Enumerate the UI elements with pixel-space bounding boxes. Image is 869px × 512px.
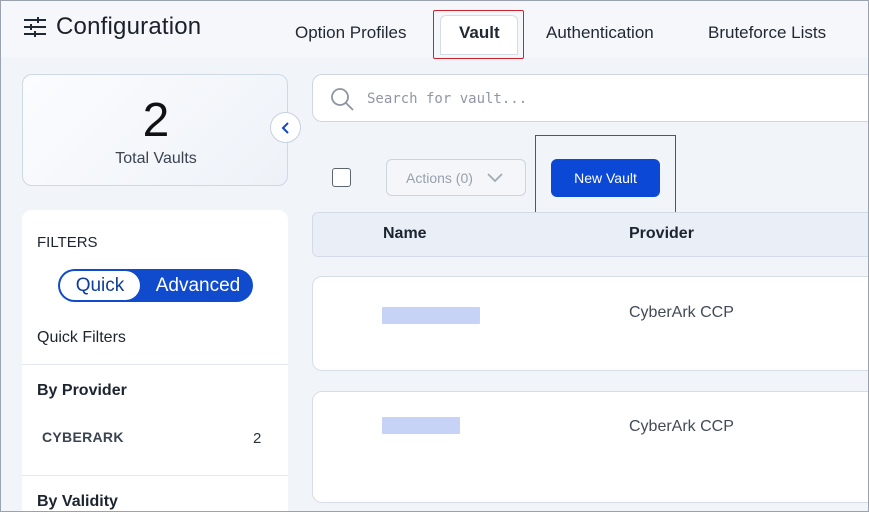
total-vaults-count: 2: [142, 94, 170, 147]
divider: [22, 364, 288, 365]
quick-filters-label: Quick Filters: [37, 329, 126, 346]
filter-provider-count: 2: [253, 430, 262, 447]
actions-label: Actions (0): [406, 169, 473, 186]
new-vault-button[interactable]: New Vault: [551, 159, 660, 197]
vault-name-redacted: [382, 307, 480, 324]
vault-name-redacted: [382, 417, 460, 434]
total-vaults-label: Total Vaults: [115, 150, 197, 167]
select-all-checkbox[interactable]: [332, 168, 351, 187]
table-row[interactable]: CyberArk CCP: [312, 276, 868, 371]
by-provider-heading: By Provider: [37, 382, 127, 399]
actions-dropdown[interactable]: Actions (0): [386, 159, 526, 196]
tab-vault[interactable]: Vault: [459, 23, 500, 43]
search-input[interactable]: [367, 87, 847, 111]
collapse-sidebar-button[interactable]: [270, 112, 301, 143]
header: Configuration Option Profiles Vault Auth…: [1, 1, 868, 59]
toggle-quick[interactable]: Quick: [60, 271, 140, 300]
chevron-left-icon: [281, 121, 289, 134]
row-provider: CyberArk CCP: [629, 418, 734, 435]
sliders-icon[interactable]: [23, 16, 47, 38]
table-row[interactable]: CyberArk CCP: [312, 391, 868, 503]
filter-provider-cyberark[interactable]: CYBERARK: [42, 429, 124, 445]
total-vaults-card: 2 Total Vaults: [22, 74, 288, 186]
page-title: Configuration: [56, 13, 202, 40]
search-box: [312, 74, 868, 122]
table-header: Name Provider: [312, 212, 868, 257]
by-validity-heading: By Validity: [37, 493, 118, 510]
tab-option-profiles[interactable]: Option Profiles: [295, 23, 407, 43]
tab-authentication[interactable]: Authentication: [546, 23, 654, 43]
tab-bruteforce-lists[interactable]: Bruteforce Lists: [708, 23, 826, 43]
search-icon: [331, 88, 354, 111]
app-window: Configuration Option Profiles Vault Auth…: [0, 0, 869, 512]
row-provider: CyberArk CCP: [629, 304, 734, 321]
filters-panel: FILTERS Quick Advanced Quick Filters By …: [22, 210, 288, 511]
filter-mode-toggle: Quick Advanced: [58, 269, 253, 302]
toggle-advanced[interactable]: Advanced: [146, 269, 250, 302]
chevron-down-icon: [487, 173, 503, 183]
filters-title: FILTERS: [37, 234, 98, 251]
column-header-provider[interactable]: Provider: [629, 225, 694, 243]
column-header-name[interactable]: Name: [383, 225, 427, 243]
divider: [22, 475, 288, 476]
